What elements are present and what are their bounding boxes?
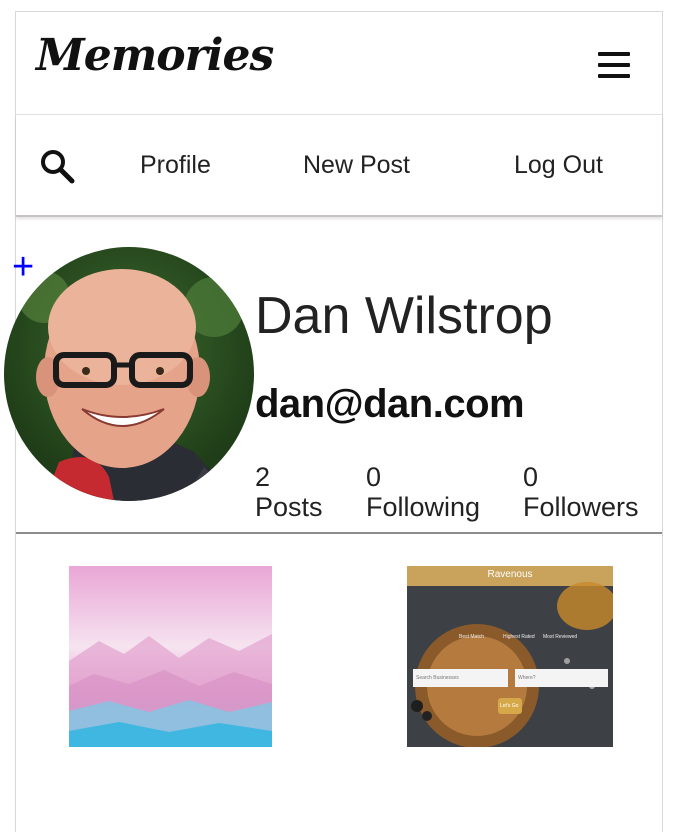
stat-posts: 2 Posts xyxy=(255,462,323,522)
profile-header: + Dan Wilstrop dan@dan.com 2 Posts 0 Fol… xyxy=(4,218,662,534)
hamburger-menu-icon[interactable] xyxy=(596,52,632,78)
profile-name: Dan Wilstrop xyxy=(255,287,553,345)
landscape-image xyxy=(69,566,272,747)
stat-posts-label: Posts xyxy=(255,492,323,522)
stat-posts-count: 2 xyxy=(255,462,271,492)
app-logo[interactable]: Memories xyxy=(36,30,274,81)
app-header: Memories xyxy=(16,12,662,115)
stat-followers-label: Followers xyxy=(523,492,639,522)
stat-followers[interactable]: 0 Followers xyxy=(523,462,639,522)
search-icon[interactable] xyxy=(38,147,78,187)
post-thumbnail[interactable] xyxy=(69,566,272,747)
ravenous-input: Search Businesses xyxy=(416,675,459,681)
add-photo-button[interactable]: + xyxy=(12,248,34,286)
ravenous-option: Best Match xyxy=(459,634,485,640)
nav-link-profile[interactable]: Profile xyxy=(140,151,211,180)
ravenous-option: Highest Rated xyxy=(503,634,535,640)
ravenous-screenshot-image xyxy=(407,566,613,747)
post-thumbnail[interactable]: Ravenous Best Match Highest Rated Most R… xyxy=(407,566,613,747)
ravenous-input: Where? xyxy=(518,675,536,681)
profile-email: dan@dan.com xyxy=(255,382,525,426)
app-frame: Memories Profile New Post Log Out + Dan … xyxy=(4,11,663,832)
ravenous-title: Ravenous xyxy=(487,569,533,580)
stat-following-count: 0 xyxy=(366,462,382,492)
ravenous-button: Let's Go xyxy=(500,703,519,709)
stat-following-label: Following xyxy=(366,492,481,522)
ravenous-option: Most Reviewed xyxy=(543,634,578,640)
stat-following[interactable]: 0 Following xyxy=(366,462,480,522)
stat-followers-count: 0 xyxy=(523,462,539,492)
avatar xyxy=(4,247,254,501)
nav-bar: Profile New Post Log Out xyxy=(16,115,662,217)
nav-link-log-out[interactable]: Log Out xyxy=(514,151,603,180)
nav-link-new-post[interactable]: New Post xyxy=(303,151,410,180)
